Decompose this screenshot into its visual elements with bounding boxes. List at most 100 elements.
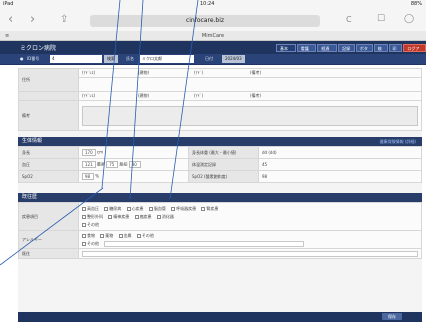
- checkbox-icon: [136, 233, 141, 238]
- patient-id-input[interactable]: 4: [50, 55, 102, 63]
- save-button[interactable]: 保存: [382, 313, 402, 320]
- allergy-option[interactable]: 食物: [82, 232, 95, 240]
- footer-bar: 保存: [18, 312, 422, 322]
- top-button-group: 基本情報 看護記録 経過記録 記録簿 ボタン 検索 印刷 ログアウト: [276, 44, 426, 59]
- right-value-2: 45: [258, 158, 422, 171]
- forward-chevron-icon[interactable]: ›: [30, 13, 35, 26]
- url-field[interactable]: cinfocare.biz: [90, 15, 320, 27]
- user-icon: ●: [20, 56, 24, 61]
- checkbox-icon: [134, 214, 139, 219]
- address-cell-5: (ｱﾄﾞﾚｽ): [82, 93, 96, 98]
- reload-icon[interactable]: C: [346, 13, 352, 26]
- disease-option[interactable]: 癌疾患: [134, 213, 152, 221]
- disease-label: 疾患項目: [18, 202, 79, 231]
- logout-button[interactable]: ログアウト: [403, 44, 426, 59]
- address-cell-7: (ｱﾄﾞ): [194, 93, 204, 98]
- back-chevron-icon[interactable]: ‹: [8, 13, 13, 26]
- address-cell-8: (備考): [250, 93, 262, 98]
- height-unit: cm: [96, 149, 104, 155]
- disease-option[interactable]: 腎疾患: [201, 205, 218, 213]
- spo2-unit: %: [95, 173, 100, 179]
- checkbox-icon: [201, 206, 206, 211]
- bp-high-label: 最高: [96, 161, 105, 167]
- disease-option[interactable]: 呼吸器疾患: [171, 205, 196, 213]
- allergy-other-option[interactable]: その他: [82, 240, 99, 248]
- share-icon[interactable]: ⇪: [60, 13, 68, 26]
- bp-low-input[interactable]: 75: [106, 161, 119, 168]
- browser-tab-bar: ≡ MimCare: [0, 31, 426, 41]
- patient-row: ● ID番号 4 検索 氏名 ミクロ太郎 日付 2024/03: [0, 54, 426, 64]
- vitals-table: 身長 170 cm 身長体重 (最大・最小値) dd (dd) 血圧 121 最…: [18, 146, 422, 183]
- address-cell-1: (ｱﾄﾞﾚｽ): [82, 70, 96, 75]
- allergy-other-input[interactable]: [104, 240, 305, 247]
- name-input[interactable]: ミクロ太郎: [140, 55, 194, 63]
- date-select[interactable]: 2024/03: [222, 55, 245, 63]
- app-title: ミクロン病院: [20, 45, 57, 52]
- patient-search-button[interactable]: 検索: [104, 55, 118, 63]
- spo2-label: SpO2: [18, 170, 79, 183]
- history-table: 疾患項目 高血圧 糖尿病 心疾患 脳血管 呼吸器疾患 腎疾患 整形外科 精神疾患…: [18, 202, 422, 259]
- address-cell-6: (建物): [138, 93, 150, 98]
- checkbox-icon: [82, 241, 86, 246]
- insurance-link[interactable]: 健康保険情報 (詳細): [380, 137, 416, 146]
- history-title: 既往歴: [22, 194, 38, 200]
- bp-label: 血圧: [18, 158, 79, 171]
- main-content: 住所 (ｱﾄﾞﾚｽ) (建物) (ｱﾄﾞ) (備考) (ｱﾄﾞﾚｽ) (建物) …: [18, 68, 422, 312]
- browser-toolbar: ‹ › ⇪ cinfocare.biz ☐ ◯ C: [0, 9, 426, 31]
- disease-option[interactable]: 消化器: [156, 213, 174, 221]
- address-cell-4: (備考): [250, 70, 262, 75]
- address-label: 住所: [18, 68, 79, 92]
- checkbox-icon: [108, 214, 113, 219]
- reading-list-icon[interactable]: ☐: [377, 13, 385, 26]
- checkbox-icon: [82, 233, 86, 238]
- allergy-option[interactable]: その他: [136, 232, 154, 240]
- disease-option[interactable]: 糖尿病: [104, 205, 121, 213]
- disease-option[interactable]: 整形外科: [82, 213, 103, 221]
- disease-option[interactable]: 心疾患: [126, 205, 144, 213]
- allergy-option[interactable]: 薬物: [100, 232, 113, 240]
- address-cell-2: (建物): [138, 70, 150, 75]
- top-button-basic[interactable]: 基本情報: [276, 44, 296, 59]
- address-table: 住所 (ｱﾄﾞﾚｽ) (建物) (ｱﾄﾞ) (備考) (ｱﾄﾞﾚｽ) (建物) …: [18, 68, 422, 131]
- right-label-2: 体温測定記録: [188, 158, 259, 171]
- other-history-label: 既往: [18, 248, 79, 259]
- disease-option[interactable]: その他: [82, 221, 99, 229]
- clock-label: 10:24: [200, 1, 215, 7]
- menu-icon[interactable]: ≡: [5, 31, 9, 41]
- spo2-input[interactable]: 98: [82, 173, 94, 180]
- top-button-record[interactable]: 記録簿: [338, 44, 355, 59]
- right-value-1: dd (dd): [258, 146, 422, 159]
- app-header: ミクロン病院 基本情報 看護記録 経過記録 記録簿 ボタン 検索 印刷 ログアウ…: [0, 41, 426, 65]
- patient-id-label: ID番号: [27, 56, 40, 61]
- allergy-option[interactable]: 金属: [118, 232, 132, 240]
- status-bar: iPad 10:24 88%: [0, 0, 426, 9]
- right-label-3: SpO2 (酸素飽和度): [188, 170, 259, 183]
- disease-option[interactable]: 高血圧: [82, 205, 99, 213]
- height-input[interactable]: 170: [82, 149, 96, 156]
- pulse-label: 脈拍: [119, 161, 128, 167]
- top-button-nursing[interactable]: 看護記録: [296, 44, 317, 59]
- allergy-label: アレルギー: [18, 230, 79, 249]
- checkbox-icon: [148, 206, 153, 211]
- checkbox-icon: [82, 222, 86, 227]
- tab-title[interactable]: MimCare: [202, 33, 224, 39]
- height-label: 身長: [18, 146, 79, 159]
- disease-option[interactable]: 精神疾患: [108, 213, 129, 221]
- pulse-input[interactable]: 80: [128, 161, 141, 168]
- battery-label: 88%: [410, 1, 422, 7]
- date-label: 日付: [205, 56, 213, 61]
- tabs-icon[interactable]: ◯: [404, 13, 414, 26]
- top-button-search[interactable]: 検索: [373, 44, 388, 59]
- top-button-misc[interactable]: ボタン: [355, 44, 373, 59]
- remarks-textarea[interactable]: [82, 105, 418, 126]
- checkbox-icon: [104, 206, 109, 211]
- name-label: 氏名: [126, 56, 134, 61]
- top-button-print[interactable]: 印刷: [388, 44, 403, 59]
- right-label-1: 身長体重 (最大・最小値): [188, 146, 259, 159]
- disease-option[interactable]: 脳血管: [148, 205, 166, 213]
- checkbox-icon: [100, 233, 105, 238]
- other-history-input[interactable]: [82, 250, 418, 257]
- top-button-progress[interactable]: 経過記録: [317, 44, 338, 59]
- checkbox-icon: [82, 214, 86, 219]
- bp-high-input[interactable]: 121: [82, 161, 96, 168]
